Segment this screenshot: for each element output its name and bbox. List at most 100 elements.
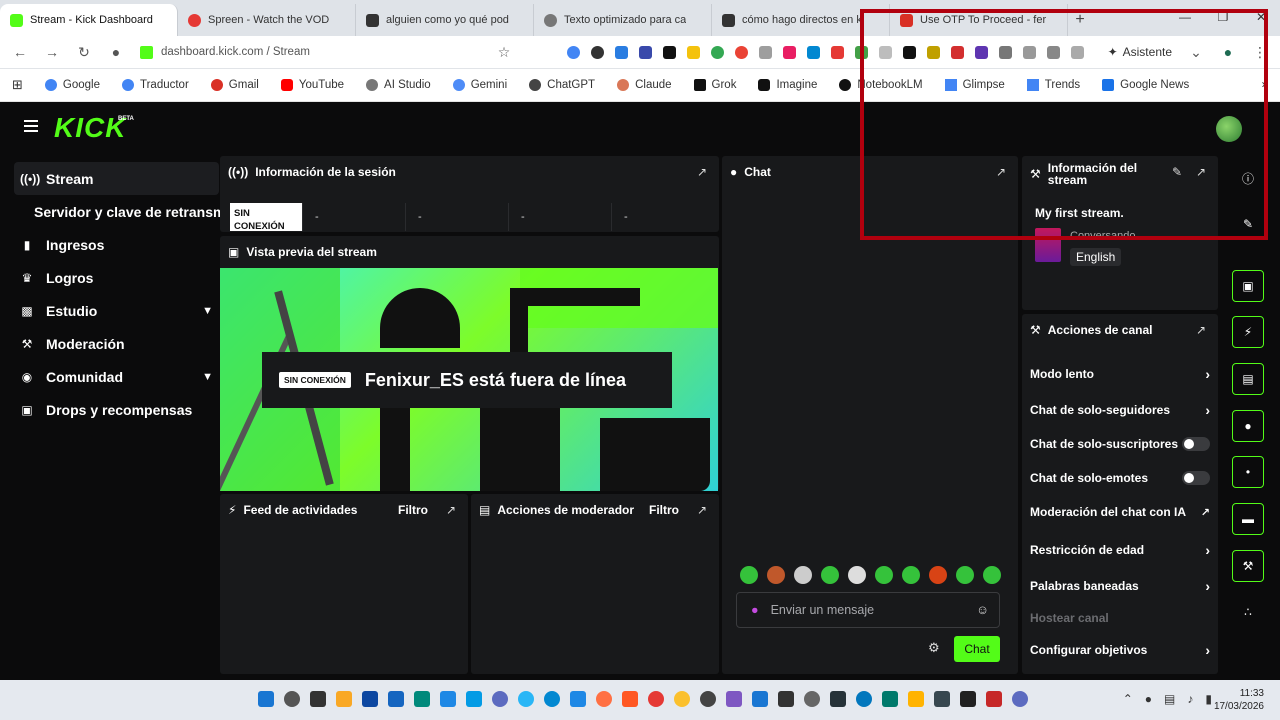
reload-icon[interactable]: ↻ [76,44,92,61]
sidebar-item-moderacion[interactable]: ⚒ Moderación [14,327,219,360]
forward-icon[interactable]: → [44,44,60,60]
action-palabras-baneadas[interactable]: Palabras baneadas › [1030,578,1210,594]
chatgpt-icon[interactable] [700,691,716,707]
app-icon[interactable] [466,691,482,707]
tab-alguien[interactable]: alguien como yo qué pod [356,4,534,36]
battery-icon[interactable]: ▮ [1205,692,1212,706]
send-chat-button[interactable]: Chat [954,636,1000,662]
lightning-icon[interactable]: ⚡ [1232,316,1264,348]
emote-icon[interactable] [902,566,920,584]
action-configurar-objetivos[interactable]: Configurar objetivos › [1030,642,1210,658]
action-solo-suscriptores[interactable]: Chat de solo-suscriptores [1030,437,1210,451]
sidebar-item-logros[interactable]: ♛ Logros [14,261,219,294]
toggle-switch[interactable] [1182,437,1210,451]
app-icon[interactable] [388,691,404,707]
brave-icon[interactable] [622,691,638,707]
app-icon[interactable] [882,691,898,707]
firefox-icon[interactable] [596,691,612,707]
app-icon[interactable] [986,691,1002,707]
action-moderacion-ia[interactable]: Moderación del chat con IA ↗ [1030,505,1210,519]
back-icon[interactable]: ← [12,44,28,60]
emote-icon[interactable] [767,566,785,584]
app-icon[interactable] [726,691,742,707]
sidebar-item-servidor[interactable]: Servidor y clave de retransm [14,195,225,228]
bookmark-google[interactable]: Google [44,79,100,91]
emote-icon[interactable] [929,566,947,584]
app-icon[interactable] [1012,691,1028,707]
taskbar-clock[interactable]: 11:33 17/03/2026 [1214,687,1264,713]
vscode-icon[interactable] [752,691,768,707]
emote-icon[interactable] [794,566,812,584]
nodes-icon[interactable]: ∴ [1232,596,1264,628]
microphone-icon[interactable]: ● [751,603,759,617]
chat-settings-gear-icon[interactable]: ⚙ [928,640,940,656]
apps-grid-icon[interactable]: ⊞ [12,77,23,93]
discord-icon[interactable] [492,691,508,707]
bookmark-traductor[interactable]: Traductor [122,79,189,91]
url-field[interactable]: dashboard.kick.com / Stream [140,45,480,59]
app-icon[interactable] [934,691,950,707]
app-icon[interactable] [570,691,586,707]
bookmark-star-icon[interactable]: ☆ [496,44,512,61]
chat-bubble-icon[interactable]: ● [1232,410,1264,442]
bookmark-grok[interactable]: Grok [693,79,736,91]
kick-logo[interactable]: KICK [54,112,126,144]
extension-icon[interactable] [662,45,676,59]
sidebar-item-stream[interactable]: ((•)) Stream [14,162,219,195]
emote-icon[interactable] [848,566,866,584]
toggle-switch[interactable] [1182,471,1210,485]
bookmark-youtube[interactable]: YouTube [280,79,344,91]
tab-kick-dashboard[interactable]: Stream - Kick Dashboard [0,4,178,36]
opera-icon[interactable] [648,691,664,707]
app-icon[interactable] [778,691,794,707]
windows-start-icon[interactable] [258,691,274,707]
popout-icon[interactable]: ↗ [697,503,707,517]
chat-message-input[interactable]: ● Enviar un mensaje ☺ [736,592,1000,628]
telegram-icon[interactable] [518,691,534,707]
popout-icon[interactable]: ↗ [697,165,707,179]
action-modo-lento[interactable]: Modo lento › [1030,366,1210,382]
document-icon[interactable]: ▤ [1232,363,1264,395]
chrome-icon[interactable] [674,691,690,707]
sidebar-item-comunidad[interactable]: ◉ Comunidad ▼ [14,360,219,393]
action-solo-seguidores[interactable]: Chat de solo-seguidores › [1030,402,1210,418]
bookmark-claude[interactable]: Claude [617,79,672,91]
bookmark-gmail[interactable]: Gmail [210,79,259,91]
calendar-icon[interactable] [440,691,456,707]
extension-icon[interactable] [806,45,820,59]
emote-icon[interactable] [821,566,839,584]
emote-icon[interactable] [740,566,758,584]
extension-icon[interactable] [830,45,844,59]
emote-icon[interactable] [956,566,974,584]
extension-icon[interactable] [734,45,748,59]
wrench-icon[interactable]: ⚒ [1232,550,1264,582]
sidebar-item-estudio[interactable]: ▩ Estudio ▼ [14,294,219,327]
hamburger-menu-icon[interactable] [24,120,38,132]
extension-icon[interactable] [686,45,700,59]
extension-icon[interactable] [758,45,772,59]
screen-icon[interactable]: ▣ [1232,270,1264,302]
action-restriccion-edad[interactable]: Restricción de edad › [1030,542,1210,558]
chevron-up-icon[interactable]: ⌃ [1123,692,1133,706]
network-icon[interactable]: ▤ [1164,692,1175,706]
extension-icon[interactable] [566,45,580,59]
microphone-icon[interactable]: ● [1145,692,1152,706]
volume-icon[interactable]: ♪ [1187,692,1193,706]
app-icon[interactable] [856,691,872,707]
app-icon[interactable] [362,691,378,707]
tab-spreen[interactable]: Spreen - Watch the VOD [178,4,356,36]
app-icon[interactable] [804,691,820,707]
bookmark-ai-studio[interactable]: AI Studio [366,79,431,91]
extension-icon[interactable] [614,45,628,59]
extension-icon[interactable] [710,45,724,59]
emote-icon[interactable] [983,566,1001,584]
popout-icon[interactable]: ↗ [446,503,456,517]
sidebar-item-ingresos[interactable]: ▮ Ingresos [14,228,219,261]
task-view-icon[interactable] [310,691,326,707]
microphone-icon[interactable]: ● [108,44,124,60]
extension-icon[interactable] [638,45,652,59]
search-icon[interactable] [284,691,300,707]
bookmark-chatgpt[interactable]: ChatGPT [529,79,595,91]
app-icon[interactable] [960,691,976,707]
edge-icon[interactable] [544,691,560,707]
